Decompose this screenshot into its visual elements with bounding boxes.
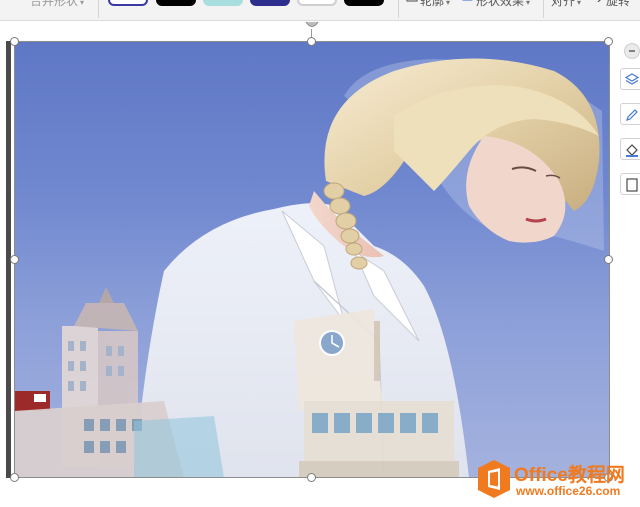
- resize-handle-bottom-left[interactable]: [10, 473, 19, 482]
- crop-frame-icon: [626, 178, 638, 192]
- slide-canvas: [0, 21, 640, 507]
- resize-handle-top[interactable]: [307, 37, 316, 46]
- fill-icon: [626, 144, 638, 157]
- shape-effect-label: 形状效果: [476, 0, 525, 8]
- outline-label: 轮廓: [420, 0, 445, 8]
- rotate-handle-icon[interactable]: [305, 21, 319, 29]
- fill-button[interactable]: [620, 138, 640, 160]
- office-logo-icon: [478, 460, 510, 498]
- rotate-button[interactable]: 旋转: [592, 0, 630, 9]
- align-label: 对齐: [551, 0, 576, 8]
- crop-frame-button[interactable]: [620, 173, 640, 195]
- resize-handle-left[interactable]: [10, 255, 19, 264]
- picture-artwork: [14, 58, 604, 478]
- resize-handle-top-right[interactable]: [604, 37, 613, 46]
- chevron-down-icon: ▾: [577, 0, 582, 7]
- double-exposure-picture[interactable]: [14, 41, 610, 478]
- layers-icon: [624, 73, 640, 85]
- shape-effect-button[interactable]: 形状效果 ▾: [462, 0, 530, 9]
- pen-button[interactable]: [620, 103, 640, 125]
- style-swatch-1[interactable]: [108, 0, 148, 6]
- resize-handle-bottom[interactable]: [307, 473, 316, 482]
- merge-shape-label: 合并形状: [30, 0, 79, 8]
- style-swatch-6[interactable]: [344, 0, 384, 6]
- merge-shape-button[interactable]: 合并形状 ▾: [30, 0, 84, 9]
- outline-icon: [406, 0, 418, 2]
- pen-icon: [626, 109, 638, 121]
- style-swatch-2[interactable]: [156, 0, 196, 6]
- rotate-icon: [597, 0, 601, 2]
- watermark-url: www.office26.com: [516, 484, 621, 498]
- rotate-label: 旋转: [606, 0, 631, 8]
- ribbon-divider: [398, 0, 399, 18]
- chevron-down-icon: ▾: [526, 0, 531, 7]
- align-button[interactable]: 对齐 ▾: [551, 0, 581, 9]
- ribbon-divider: [98, 0, 99, 18]
- chevron-down-icon: ▾: [446, 0, 451, 7]
- ribbon-divider: [543, 0, 544, 18]
- style-swatch-4[interactable]: [250, 0, 290, 6]
- layers-button[interactable]: [620, 68, 640, 90]
- style-swatch-3[interactable]: [203, 0, 243, 6]
- minus-icon: [629, 50, 635, 52]
- watermark-title: Office教程网: [514, 465, 625, 486]
- shape-effect-icon: [462, 0, 473, 1]
- ribbon-toolbar: 合并形状 ▾ 轮廓 ▾ 形状效果 ▾ 对齐 ▾ 旋转: [0, 0, 640, 21]
- outline-button[interactable]: 轮廓 ▾: [406, 0, 450, 9]
- style-swatch-5[interactable]: [297, 0, 337, 6]
- resize-handle-top-left[interactable]: [10, 37, 19, 46]
- resize-handle-right[interactable]: [604, 255, 613, 264]
- collapse-toolbar-button[interactable]: [624, 43, 640, 59]
- chevron-down-icon: ▾: [80, 0, 85, 7]
